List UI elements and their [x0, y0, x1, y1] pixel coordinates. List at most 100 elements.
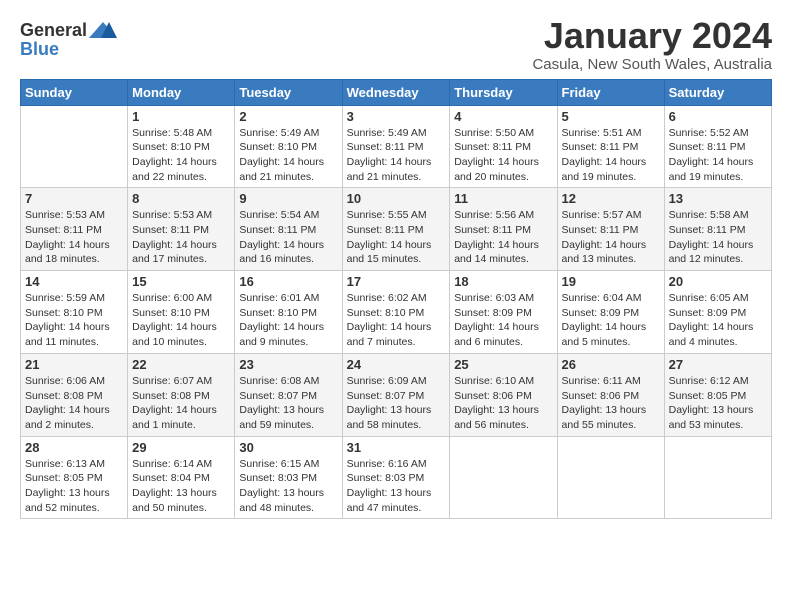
day-number: 16: [239, 274, 337, 289]
calendar-cell: [450, 436, 557, 519]
calendar-cell: 22 Sunrise: 6:07 AM Sunset: 8:08 PM Dayli…: [128, 353, 235, 436]
day-info: Sunrise: 6:12 AM Sunset: 8:05 PM Dayligh…: [669, 374, 767, 433]
calendar-cell: 5Sunrise: 5:51 AM Sunset: 8:11 PM Daylig…: [557, 105, 664, 188]
day-number: 25: [454, 357, 552, 372]
day-info: Sunrise: 6:16 AM Sunset: 8:03 PM Dayligh…: [347, 457, 446, 516]
day-number: 23: [239, 357, 337, 372]
weekday-header-sunday: Sunday: [21, 79, 128, 105]
day-info: Sunrise: 6:06 AM Sunset: 8:08 PM Dayligh…: [25, 374, 123, 433]
calendar-cell: 18 Sunrise: 6:03 AM Sunset: 8:09 PM Dayli…: [450, 271, 557, 354]
day-info: Sunrise: 6:11 AM Sunset: 8:06 PM Dayligh…: [562, 374, 660, 433]
calendar-cell: 4 Sunrise: 5:50 AM Sunset: 8:11 PM Daylig…: [450, 105, 557, 188]
day-info: Sunrise: 5:57 AM Sunset: 8:11 PM Dayligh…: [562, 208, 660, 267]
day-number: 7: [25, 191, 123, 206]
day-number: 22: [132, 357, 230, 372]
logo: General Blue: [20, 20, 117, 58]
logo-icon: [89, 20, 117, 40]
day-number: 31: [347, 440, 446, 455]
day-number: 10: [347, 191, 446, 206]
day-number: 8: [132, 191, 230, 206]
calendar-cell: 11Sunrise: 5:56 AM Sunset: 8:11 PM Dayli…: [450, 188, 557, 271]
calendar-table: SundayMondayTuesdayWednesdayThursdayFrid…: [20, 79, 772, 520]
day-number: 24: [347, 357, 446, 372]
day-number: 27: [669, 357, 767, 372]
day-info: Sunrise: 5:59 AM Sunset: 8:10 PM Dayligh…: [25, 291, 123, 350]
calendar-cell: 30 Sunrise: 6:15 AM Sunset: 8:03 PM Dayli…: [235, 436, 342, 519]
day-info: Sunrise: 5:52 AM Sunset: 8:11 PM Dayligh…: [669, 126, 767, 185]
calendar-week-row: 21 Sunrise: 6:06 AM Sunset: 8:08 PM Dayli…: [21, 353, 772, 436]
day-info: Sunrise: 6:09 AM Sunset: 8:07 PM Dayligh…: [347, 374, 446, 433]
weekday-header-thursday: Thursday: [450, 79, 557, 105]
calendar-cell: [21, 105, 128, 188]
calendar-week-row: 28Sunrise: 6:13 AM Sunset: 8:05 PM Dayli…: [21, 436, 772, 519]
day-number: 18: [454, 274, 552, 289]
day-info: Sunrise: 6:04 AM Sunset: 8:09 PM Dayligh…: [562, 291, 660, 350]
day-number: 30: [239, 440, 337, 455]
day-info: Sunrise: 5:50 AM Sunset: 8:11 PM Dayligh…: [454, 126, 552, 185]
calendar-cell: 29 Sunrise: 6:14 AM Sunset: 8:04 PM Dayli…: [128, 436, 235, 519]
calendar-cell: 15 Sunrise: 6:00 AM Sunset: 8:10 PM Dayli…: [128, 271, 235, 354]
calendar-cell: 14Sunrise: 5:59 AM Sunset: 8:10 PM Dayli…: [21, 271, 128, 354]
day-number: 1: [132, 109, 230, 124]
day-info: Sunrise: 6:01 AM Sunset: 8:10 PM Dayligh…: [239, 291, 337, 350]
calendar-cell: 2 Sunrise: 5:49 AM Sunset: 8:10 PM Daylig…: [235, 105, 342, 188]
day-info: Sunrise: 6:03 AM Sunset: 8:09 PM Dayligh…: [454, 291, 552, 350]
calendar-cell: 19Sunrise: 6:04 AM Sunset: 8:09 PM Dayli…: [557, 271, 664, 354]
page-title: January 2024: [532, 16, 772, 56]
day-number: 17: [347, 274, 446, 289]
calendar-cell: 7 Sunrise: 5:53 AM Sunset: 8:11 PM Daylig…: [21, 188, 128, 271]
day-info: Sunrise: 5:53 AM Sunset: 8:11 PM Dayligh…: [25, 208, 123, 267]
day-info: Sunrise: 6:08 AM Sunset: 8:07 PM Dayligh…: [239, 374, 337, 433]
calendar-cell: 12 Sunrise: 5:57 AM Sunset: 8:11 PM Dayli…: [557, 188, 664, 271]
day-number: 21: [25, 357, 123, 372]
day-number: 4: [454, 109, 552, 124]
calendar-cell: 1 Sunrise: 5:48 AM Sunset: 8:10 PM Daylig…: [128, 105, 235, 188]
weekday-header-saturday: Saturday: [664, 79, 771, 105]
title-area: January 2024 Casula, New South Wales, Au…: [532, 16, 772, 73]
day-info: Sunrise: 5:49 AM Sunset: 8:11 PM Dayligh…: [347, 126, 446, 185]
calendar-week-row: 7 Sunrise: 5:53 AM Sunset: 8:11 PM Daylig…: [21, 188, 772, 271]
day-info: Sunrise: 5:49 AM Sunset: 8:10 PM Dayligh…: [239, 126, 337, 185]
day-number: 29: [132, 440, 230, 455]
weekday-header-friday: Friday: [557, 79, 664, 105]
day-info: Sunrise: 6:10 AM Sunset: 8:06 PM Dayligh…: [454, 374, 552, 433]
calendar-week-row: 1 Sunrise: 5:48 AM Sunset: 8:10 PM Daylig…: [21, 105, 772, 188]
calendar-cell: [664, 436, 771, 519]
calendar-cell: 9Sunrise: 5:54 AM Sunset: 8:11 PM Daylig…: [235, 188, 342, 271]
calendar-cell: 24 Sunrise: 6:09 AM Sunset: 8:07 PM Dayli…: [342, 353, 450, 436]
day-info: Sunrise: 6:02 AM Sunset: 8:10 PM Dayligh…: [347, 291, 446, 350]
calendar-cell: 6 Sunrise: 5:52 AM Sunset: 8:11 PM Daylig…: [664, 105, 771, 188]
calendar-cell: 26 Sunrise: 6:11 AM Sunset: 8:06 PM Dayli…: [557, 353, 664, 436]
day-info: Sunrise: 6:13 AM Sunset: 8:05 PM Dayligh…: [25, 457, 123, 516]
weekday-header-monday: Monday: [128, 79, 235, 105]
calendar-cell: 3 Sunrise: 5:49 AM Sunset: 8:11 PM Daylig…: [342, 105, 450, 188]
calendar-cell: 8 Sunrise: 5:53 AM Sunset: 8:11 PM Daylig…: [128, 188, 235, 271]
day-number: 5: [562, 109, 660, 124]
day-number: 26: [562, 357, 660, 372]
day-info: Sunrise: 5:56 AM Sunset: 8:11 PM Dayligh…: [454, 208, 552, 267]
day-info: Sunrise: 6:15 AM Sunset: 8:03 PM Dayligh…: [239, 457, 337, 516]
day-info: Sunrise: 5:48 AM Sunset: 8:10 PM Dayligh…: [132, 126, 230, 185]
calendar-header-row: SundayMondayTuesdayWednesdayThursdayFrid…: [21, 79, 772, 105]
day-info: Sunrise: 6:14 AM Sunset: 8:04 PM Dayligh…: [132, 457, 230, 516]
logo-blue: Blue: [20, 40, 59, 58]
page-subtitle: Casula, New South Wales, Australia: [532, 56, 772, 73]
header: General Blue January 2024 Casula, New So…: [20, 16, 772, 73]
logo-general: General: [20, 21, 87, 39]
day-info: Sunrise: 5:54 AM Sunset: 8:11 PM Dayligh…: [239, 208, 337, 267]
day-info: Sunrise: 5:53 AM Sunset: 8:11 PM Dayligh…: [132, 208, 230, 267]
calendar-cell: 31 Sunrise: 6:16 AM Sunset: 8:03 PM Dayli…: [342, 436, 450, 519]
day-number: 15: [132, 274, 230, 289]
calendar-cell: 21 Sunrise: 6:06 AM Sunset: 8:08 PM Dayli…: [21, 353, 128, 436]
calendar-cell: 23 Sunrise: 6:08 AM Sunset: 8:07 PM Dayli…: [235, 353, 342, 436]
day-info: Sunrise: 6:07 AM Sunset: 8:08 PM Dayligh…: [132, 374, 230, 433]
day-number: 6: [669, 109, 767, 124]
day-number: 3: [347, 109, 446, 124]
day-info: Sunrise: 6:00 AM Sunset: 8:10 PM Dayligh…: [132, 291, 230, 350]
day-info: Sunrise: 5:55 AM Sunset: 8:11 PM Dayligh…: [347, 208, 446, 267]
calendar-cell: 25 Sunrise: 6:10 AM Sunset: 8:06 PM Dayli…: [450, 353, 557, 436]
calendar-cell: 20Sunrise: 6:05 AM Sunset: 8:09 PM Dayli…: [664, 271, 771, 354]
day-number: 12: [562, 191, 660, 206]
day-number: 2: [239, 109, 337, 124]
calendar-cell: 16 Sunrise: 6:01 AM Sunset: 8:10 PM Dayli…: [235, 271, 342, 354]
